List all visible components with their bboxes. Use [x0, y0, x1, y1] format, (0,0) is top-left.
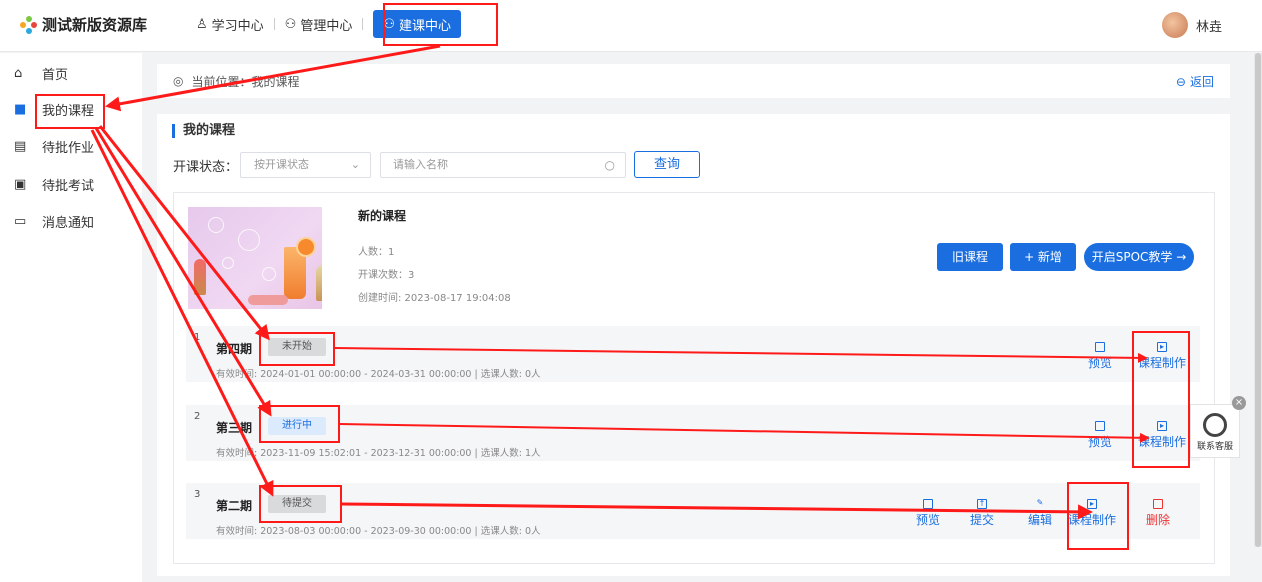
logo[interactable]: 测试新版资源库	[18, 14, 147, 35]
upload-icon: ↑	[977, 499, 987, 509]
section-title: 我的课程	[172, 124, 235, 138]
thumbnail-bubble	[262, 267, 276, 281]
sidebar: ⌂ 首页 ■ 我的课程 ▤ 待批作业 ▣ 待批考试 ▭ 消息通知	[0, 53, 142, 582]
thumbnail-orange-slice	[296, 237, 316, 257]
chevron-down-icon: ⌄	[350, 158, 360, 171]
term-index: 1	[194, 332, 201, 343]
annotation-box-course-builder	[383, 3, 498, 46]
term-index: 2	[194, 411, 201, 422]
annotation-box-status	[259, 485, 342, 523]
add-term-button[interactable]: + 新增	[1010, 243, 1076, 271]
annotation-box-my-courses	[35, 94, 105, 129]
thumbnail-hand	[248, 295, 288, 305]
course-students: 人数：1	[358, 247, 395, 258]
annotation-box-status	[259, 332, 335, 366]
search-input[interactable]: 请输入名称 ○	[380, 152, 626, 178]
preview-icon	[923, 499, 933, 509]
back-arrow-icon: ⊖	[1175, 74, 1186, 89]
contact-service-widget[interactable]: 联系客服	[1190, 404, 1240, 458]
users-icon: ⚇	[284, 16, 297, 32]
preview-icon	[1095, 421, 1105, 431]
graduation-cap-icon: ♙	[196, 16, 208, 32]
message-icon: ▭	[14, 214, 27, 229]
annotation-box-course-production	[1067, 482, 1129, 550]
book-icon: ■	[14, 102, 27, 117]
delete-button[interactable]: 删除	[1134, 499, 1182, 528]
term-info: 有效时间: 2023-11-09 15:02:01 - 2023-12-31 0…	[216, 448, 541, 459]
thumbnail-bubble	[208, 217, 224, 233]
term-index: 3	[194, 489, 201, 500]
thumbnail-ice-cream	[194, 259, 206, 295]
start-spoc-button[interactable]: 开启SPOC教学 →	[1084, 243, 1194, 271]
course-title[interactable]: 新的课程	[358, 207, 406, 224]
location-icon: ◎	[173, 74, 184, 88]
exam-icon: ▣	[14, 177, 27, 192]
annotation-box-course-production	[1132, 331, 1190, 468]
homework-icon: ▤	[14, 139, 27, 154]
term-info: 有效时间: 2023-08-03 00:00:00 - 2023-09-30 0…	[216, 526, 541, 537]
edit-button[interactable]: ✎ 编辑	[1016, 499, 1064, 528]
logo-icon	[18, 15, 38, 35]
nav-learning-center[interactable]: ♙ 学习中心	[186, 10, 274, 38]
preview-icon	[1095, 342, 1105, 352]
breadcrumb: ◎ 当前位置：我的课程 ⊖ 返回	[157, 64, 1230, 98]
course-thumbnail[interactable]	[188, 207, 322, 309]
term-name: 第二期	[216, 499, 253, 513]
pencil-icon: ✎	[1036, 498, 1044, 507]
preview-button[interactable]: 预览	[904, 499, 952, 528]
preview-button[interactable]: 预览	[1076, 421, 1124, 450]
sidebar-item-home[interactable]: ⌂ 首页	[0, 55, 142, 91]
term-name: 第三期	[216, 421, 253, 435]
thumbnail-bubble	[222, 257, 234, 269]
thumbnail-ice-cream	[316, 265, 322, 301]
trash-icon	[1153, 499, 1163, 509]
breadcrumb-text: 当前位置：我的课程	[191, 74, 300, 89]
nav-management-center[interactable]: ⚇ 管理中心	[275, 10, 363, 38]
preview-button[interactable]: 预览	[1076, 342, 1124, 371]
course-sessions: 开课次数：3	[358, 270, 415, 281]
submit-button[interactable]: ↑ 提交	[958, 499, 1006, 528]
top-header: 测试新版资源库 ♙ 学习中心 ⚇ 管理中心 ⚇ 建课中心 林垚	[0, 0, 1262, 52]
user-menu[interactable]: 林垚	[1161, 12, 1222, 38]
back-button[interactable]: ⊖ 返回	[1176, 73, 1214, 90]
thumbnail-bubble	[238, 229, 260, 251]
status-filter-label: 开课状态：	[173, 160, 239, 175]
status-select[interactable]: 按开课状态 ⌄	[240, 152, 371, 178]
app-title: 测试新版资源库	[42, 16, 148, 34]
term-row: 1 第四期 未开始 有效时间: 2024-01-01 00:00:00 - 20…	[186, 326, 1200, 382]
sidebar-item-pending-exams[interactable]: ▣ 待批考试	[0, 166, 142, 202]
home-icon: ⌂	[14, 66, 23, 81]
course-created-time: 创建时间: 2023-08-17 19:04:08	[358, 293, 511, 304]
headset-icon	[1203, 413, 1227, 437]
user-name: 林垚	[1195, 19, 1222, 35]
nav-divider	[362, 18, 364, 30]
old-course-button[interactable]: 旧课程	[937, 243, 1003, 271]
avatar	[1161, 12, 1188, 38]
search-icon: ○	[604, 158, 615, 172]
annotation-box-status	[259, 405, 340, 443]
query-button[interactable]: 查询	[634, 151, 700, 178]
sidebar-item-notifications[interactable]: ▭ 消息通知	[0, 203, 142, 239]
sidebar-item-pending-homework[interactable]: ▤ 待批作业	[0, 128, 142, 164]
term-info: 有效时间: 2024-01-01 00:00:00 - 2024-03-31 0…	[216, 369, 541, 380]
close-icon[interactable]: ×	[1232, 396, 1246, 410]
scrollbar-thumb[interactable]	[1255, 53, 1261, 547]
term-name: 第四期	[216, 342, 253, 356]
